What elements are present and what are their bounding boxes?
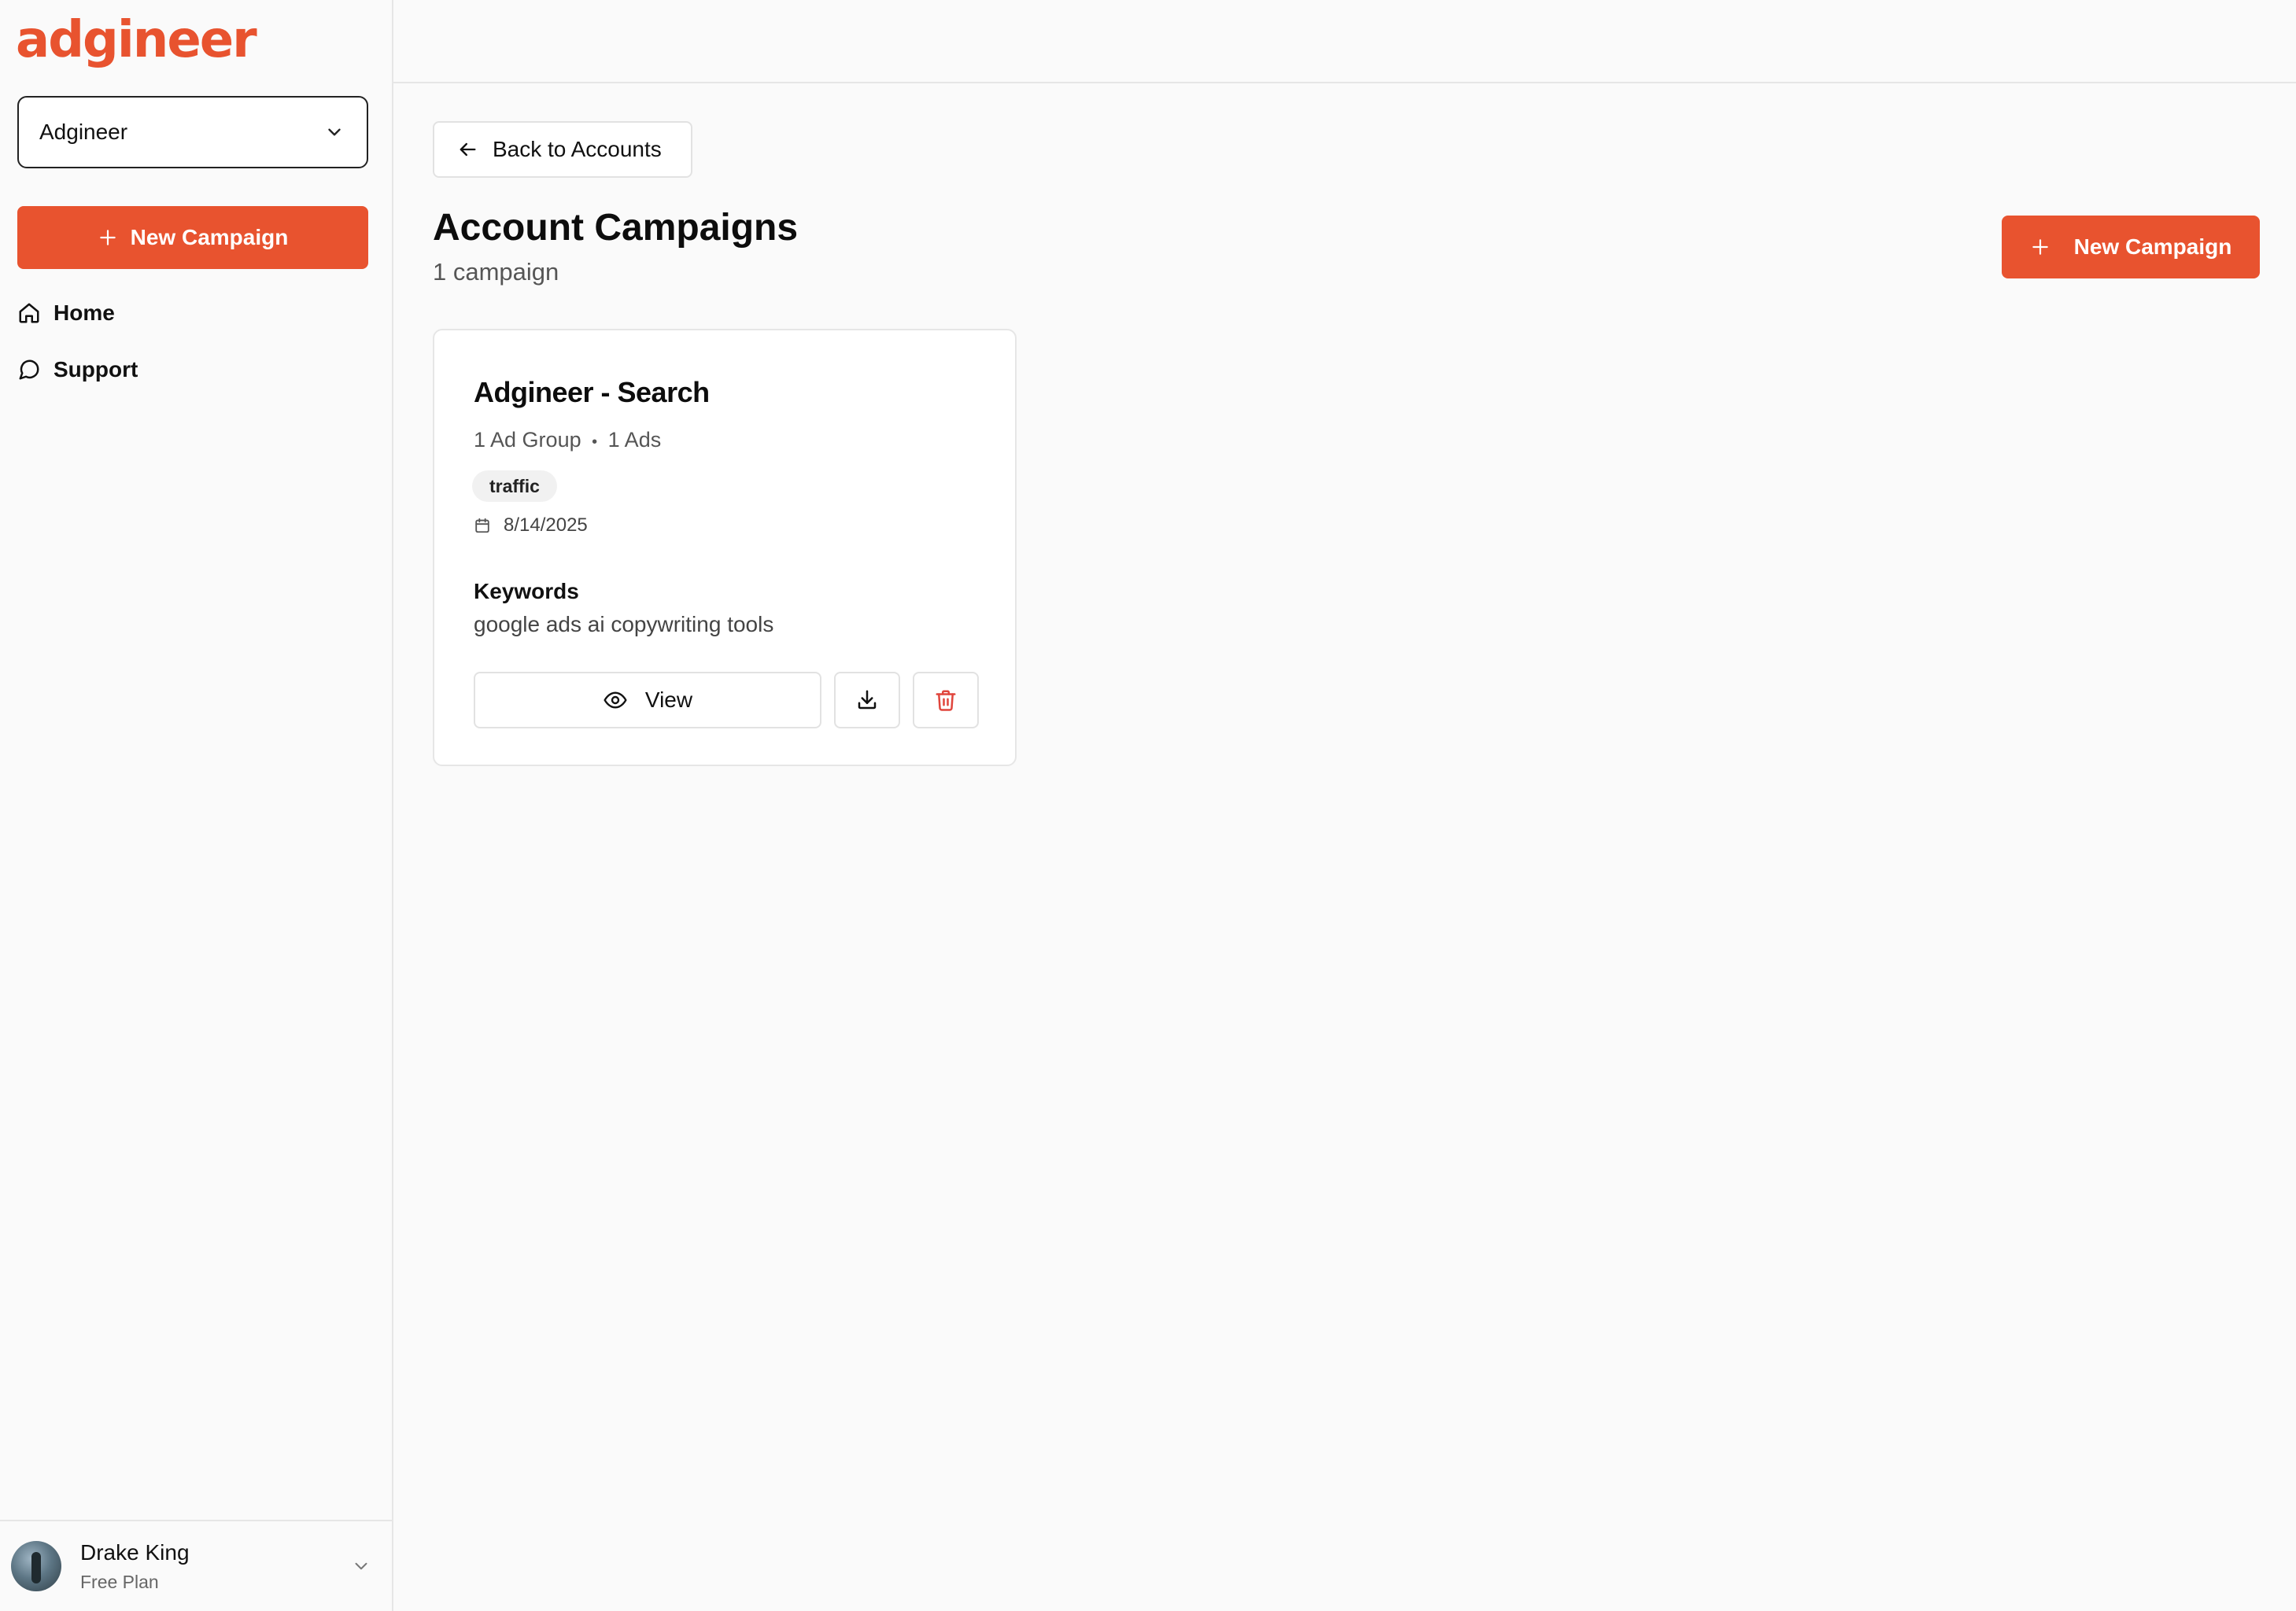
ads-count: 1 Ads	[607, 428, 662, 452]
arrow-left-icon	[456, 138, 478, 160]
account-select-value: Adgineer	[39, 120, 128, 144]
meta-separator: •	[592, 433, 598, 451]
sidebar-nav: Home Support	[17, 296, 138, 409]
sidebar-new-campaign-label: New Campaign	[130, 225, 289, 249]
user-plan: Free Plan	[80, 1571, 159, 1592]
download-icon	[855, 688, 879, 712]
ad-group-count: 1 Ad Group	[474, 428, 581, 452]
top-bar	[393, 0, 2296, 83]
brand-logo[interactable]: adgineer	[16, 11, 257, 69]
sidebar-item-label: Support	[54, 357, 138, 382]
user-info: Drake King Free Plan	[80, 1540, 351, 1593]
sidebar-item-home[interactable]: Home	[17, 296, 138, 330]
campaign-card: Adgineer - Search 1 Ad Group • 1 Ads tra…	[433, 329, 1017, 766]
chevron-down-icon	[351, 1556, 371, 1576]
delete-campaign-button[interactable]	[913, 672, 979, 728]
calendar-icon	[474, 517, 491, 534]
sidebar-item-support[interactable]: Support	[17, 352, 138, 387]
page-title: Account Campaigns	[433, 207, 799, 249]
user-menu[interactable]: Drake King Free Plan	[0, 1520, 392, 1611]
sidebar-new-campaign-button[interactable]: New Campaign	[17, 206, 368, 269]
download-campaign-button[interactable]	[834, 672, 900, 728]
campaign-title[interactable]: Adgineer - Search	[474, 376, 710, 409]
view-campaign-button[interactable]: View	[474, 672, 821, 728]
trash-icon	[934, 688, 958, 712]
campaign-date: 8/14/2025	[474, 514, 588, 536]
sidebar: adgineer Adgineer New Campaign Home Supp…	[0, 0, 393, 1611]
account-select[interactable]: Adgineer	[17, 96, 368, 168]
new-campaign-label: New Campaign	[2073, 234, 2232, 259]
campaign-tag-badge: traffic	[472, 470, 557, 502]
campaign-count: 1 campaign	[433, 258, 559, 286]
campaign-meta: 1 Ad Group • 1 Ads	[474, 428, 661, 452]
chevron-down-icon	[324, 122, 345, 142]
avatar	[11, 1541, 61, 1591]
new-campaign-button[interactable]: New Campaign	[2002, 216, 2260, 278]
user-name: Drake King	[80, 1539, 190, 1565]
app-root: adgineer Adgineer New Campaign Home Supp…	[0, 0, 2296, 1611]
view-label: View	[644, 688, 693, 712]
keywords-value: google ads ai copywriting tools	[474, 612, 774, 636]
keywords-label: Keywords	[474, 579, 579, 603]
message-circle-icon	[17, 358, 41, 382]
plus-icon	[2030, 237, 2051, 257]
eye-icon	[603, 688, 628, 713]
back-to-accounts-label: Back to Accounts	[493, 137, 662, 161]
sidebar-item-label: Home	[54, 300, 115, 325]
home-icon	[17, 301, 41, 325]
campaign-date-value: 8/14/2025	[504, 514, 588, 536]
plus-icon	[98, 227, 118, 248]
back-to-accounts-button[interactable]: Back to Accounts	[433, 121, 692, 178]
